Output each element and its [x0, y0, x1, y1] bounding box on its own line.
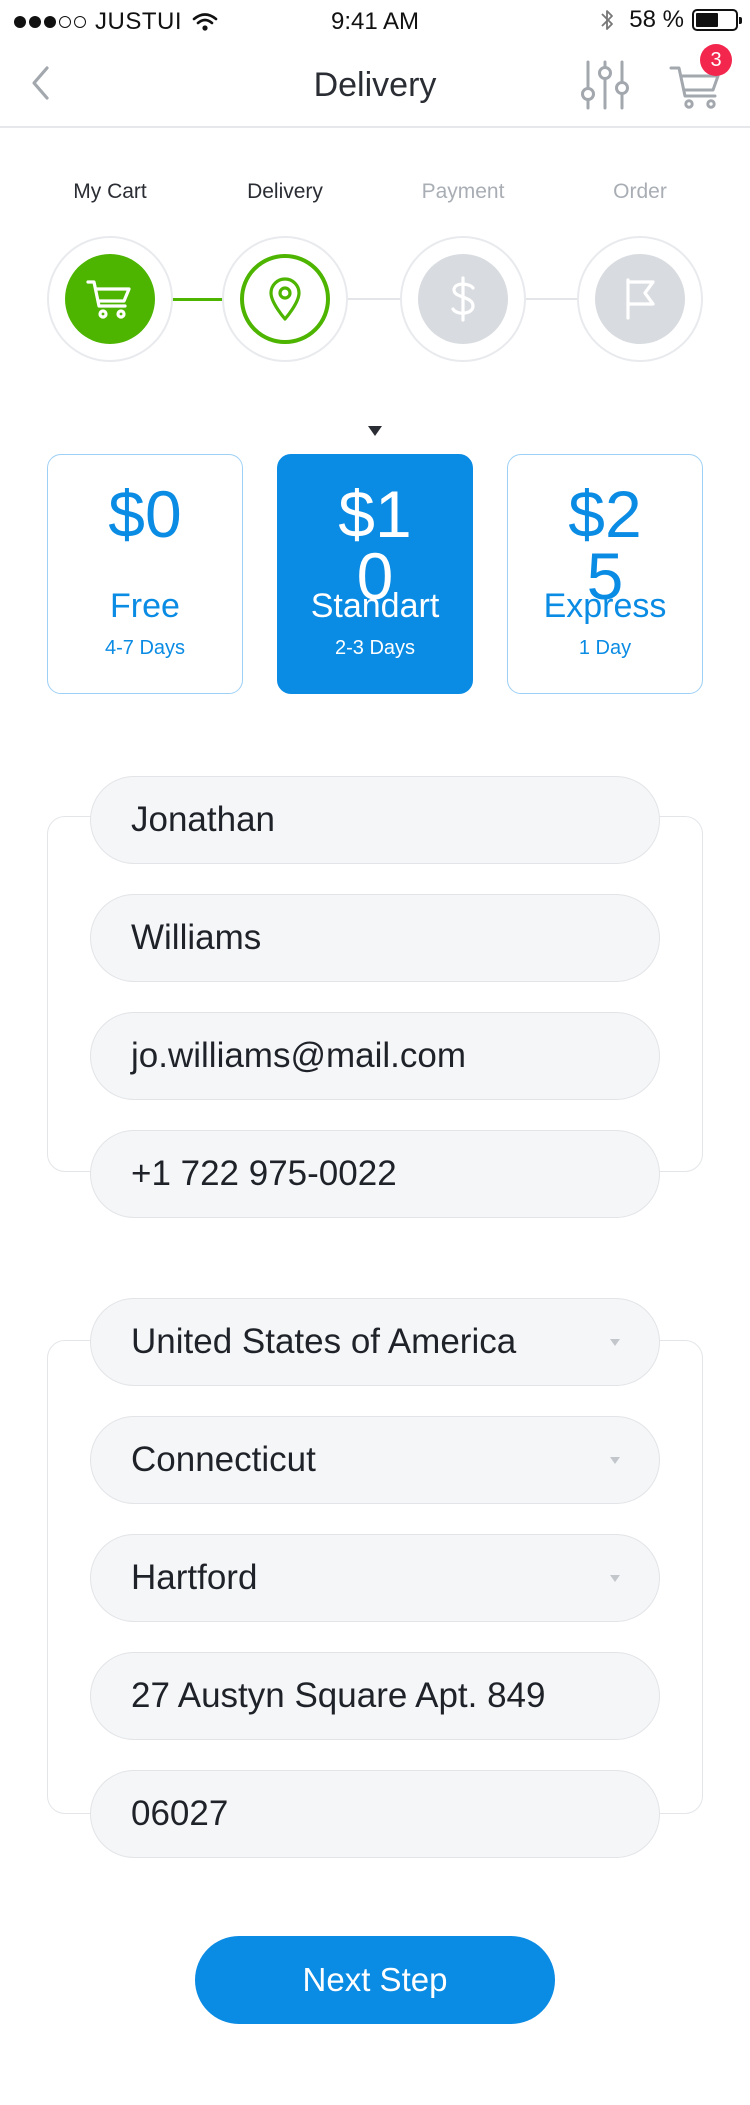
country-select[interactable]: United States of America — [90, 1298, 660, 1386]
chevron-down-icon — [610, 1457, 620, 1464]
city-value: Hartford — [131, 1558, 258, 1597]
delivery-option-free[interactable]: $0 Free 4-7 Days — [47, 454, 243, 694]
cart-count-badge: 3 — [700, 44, 732, 76]
first-name-field[interactable]: Jonathan — [90, 776, 660, 864]
option-price: $0 — [108, 477, 182, 551]
step-payment-badge — [418, 254, 508, 344]
city-select[interactable]: Hartford — [90, 1534, 660, 1622]
step-order[interactable] — [577, 236, 703, 362]
chevron-down-icon — [610, 1339, 620, 1346]
caret-down-icon — [368, 426, 382, 436]
next-step-button[interactable]: Next Step — [195, 1936, 555, 2024]
battery-level — [696, 13, 719, 27]
zip-field[interactable]: 06027 — [90, 1770, 660, 1858]
option-days: 4-7 Days — [104, 637, 186, 659]
sliders-icon — [581, 60, 629, 110]
bluetooth-icon — [601, 10, 614, 30]
step-label-delivery: Delivery — [247, 180, 323, 203]
phone-field[interactable]: +1 722 975-0022 — [90, 1130, 660, 1218]
step-delivery-badge — [240, 254, 330, 344]
step-order-badge — [595, 254, 685, 344]
contact-group — [47, 816, 703, 1172]
option-name: Express — [543, 587, 667, 625]
step-label-order: Order — [613, 180, 667, 203]
page-title: Delivery — [313, 66, 437, 104]
status-right: 58 % — [599, 6, 742, 34]
option-days: 2-3 Days — [334, 637, 416, 659]
nav-bar: Delivery — [0, 40, 750, 128]
state-value: Connecticut — [131, 1440, 316, 1479]
step-payment[interactable] — [400, 236, 526, 362]
cart-icon — [86, 280, 131, 319]
filter-button[interactable] — [578, 58, 632, 112]
state-select[interactable]: Connecticut — [90, 1416, 660, 1504]
battery-percent: 58 % — [629, 6, 684, 33]
step-my-cart-badge — [65, 254, 155, 344]
step-delivery[interactable] — [222, 236, 348, 362]
option-name: Free — [110, 587, 180, 625]
chevron-down-icon — [610, 1575, 620, 1582]
battery-icon — [692, 9, 742, 31]
step-label-payment: Payment — [421, 180, 505, 203]
location-pin-icon — [269, 277, 301, 321]
option-name: Standart — [310, 587, 440, 625]
email-field[interactable]: jo.williams@mail.com — [90, 1012, 660, 1100]
option-days: 1 Day — [578, 637, 632, 659]
country-value: United States of America — [131, 1322, 517, 1361]
dollar-icon — [451, 276, 475, 322]
flag-icon — [626, 278, 655, 320]
last-name-field[interactable]: Williams — [90, 894, 660, 982]
step-label-my-cart: My Cart — [73, 180, 147, 203]
delivery-option-express[interactable]: $25 Express 1 Day — [507, 454, 703, 694]
step-my-cart[interactable] — [47, 236, 173, 362]
street-field[interactable]: 27 Austyn Square Apt. 849 — [90, 1652, 660, 1740]
status-bar: JUSTUI 9:41 AM 58 % — [0, 0, 750, 40]
delivery-option-standart[interactable]: $10 Standart 2-3 Days — [277, 454, 473, 694]
